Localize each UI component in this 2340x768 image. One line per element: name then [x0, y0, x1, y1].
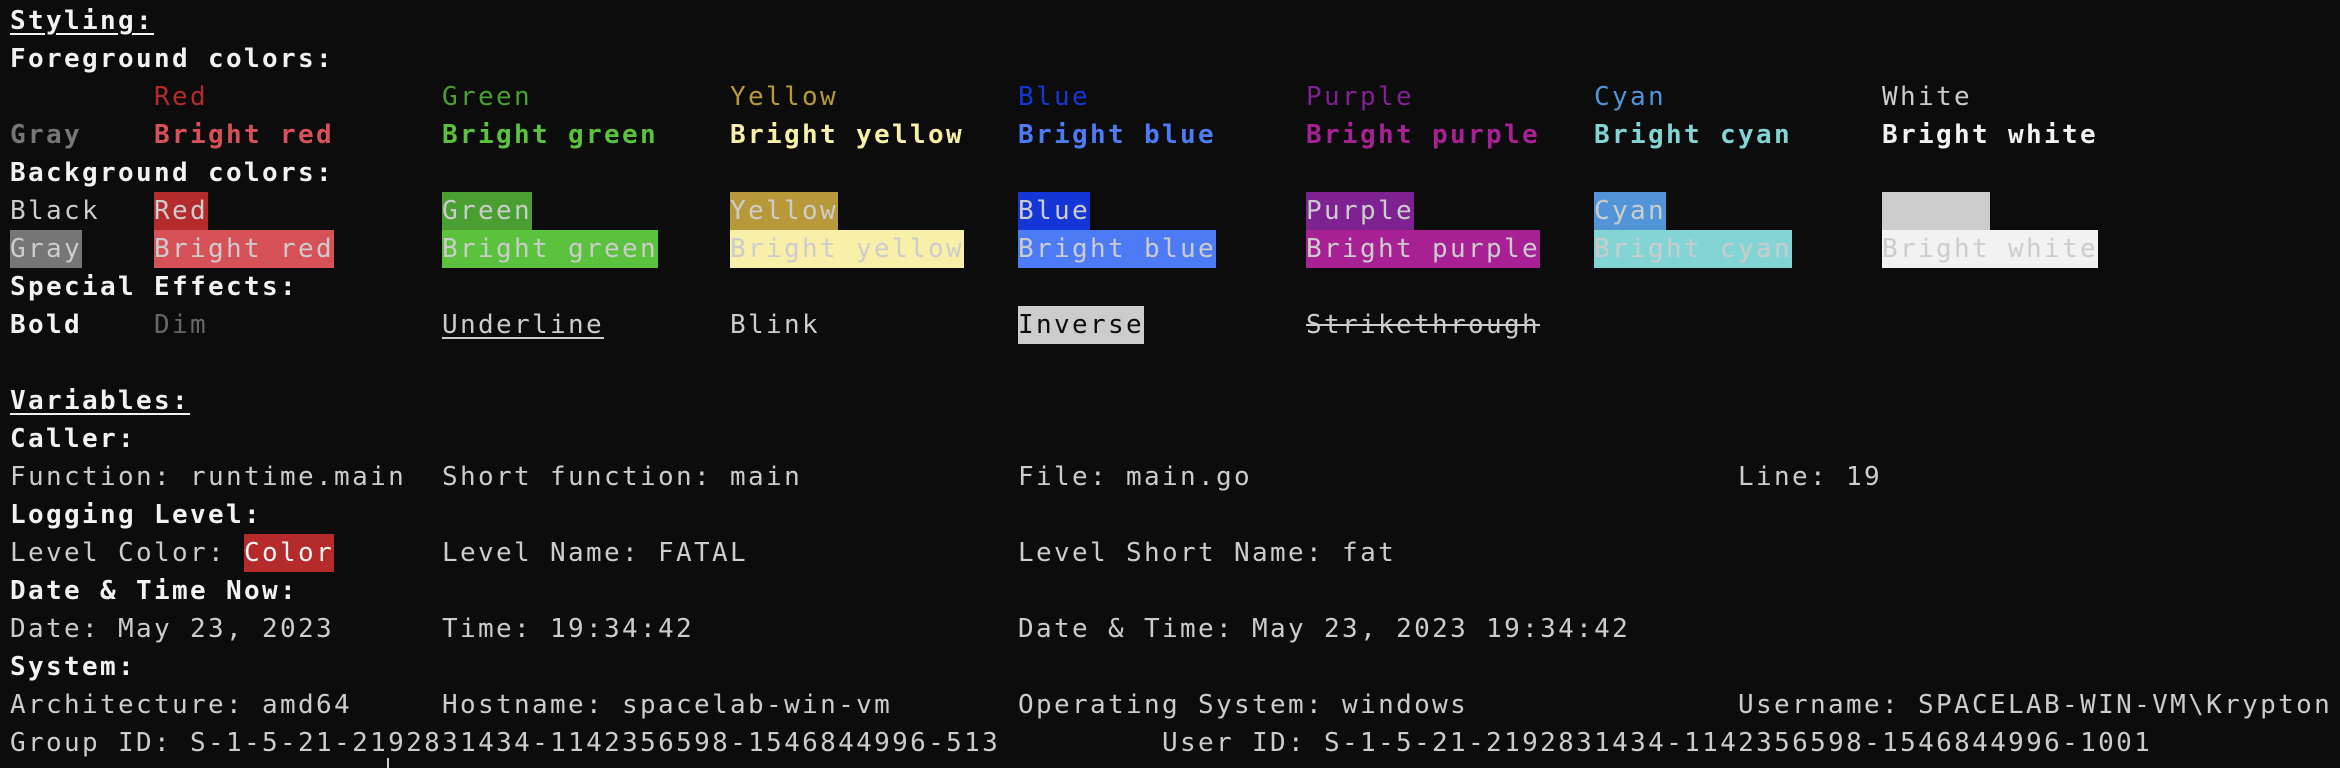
variables-heading: Variables: [10, 386, 191, 416]
bg-bright-cyan: Bright cyan [1594, 230, 1793, 268]
fg-red: Red [154, 82, 209, 112]
logging-heading: Logging Level: [10, 500, 263, 530]
line-value: Line: 19 [1738, 462, 1883, 492]
username-value: Username: SPACELAB-WIN-VM\Krypton [1738, 690, 2333, 720]
time-value: Time: 19:34:42 [442, 614, 695, 644]
bg-blue: Blue [1018, 192, 1091, 230]
bg-gray: Gray [10, 230, 83, 268]
foreground-heading: Foreground colors: [10, 44, 335, 74]
bg-red: Red [154, 192, 209, 230]
function-value: Function: runtime.main [10, 462, 407, 492]
effect-strikethrough: Strikethrough [1306, 310, 1541, 340]
caller-heading: Caller: [10, 424, 137, 454]
bg-cyan: Cyan [1594, 192, 1667, 230]
bg-white-swatch [1882, 192, 1991, 230]
bg-bright-white: Bright white [1882, 230, 2099, 268]
effect-dim: Dim [154, 310, 209, 340]
date-value: Date: May 23, 2023 [10, 614, 335, 644]
level-short-name-value: Level Short Name: fat [1018, 538, 1397, 568]
level-color-label: Level Color: [10, 538, 245, 568]
date-time-value: Date & Time: May 23, 2023 19:34:42 [1018, 614, 1631, 644]
bg-black: Black [10, 192, 101, 230]
fg-bright-yellow: Bright yellow [730, 120, 965, 150]
fg-bright-cyan: Bright cyan [1594, 120, 1793, 150]
bg-bright-yellow: Bright yellow [730, 230, 965, 268]
fg-bright-purple: Bright purple [1306, 120, 1541, 150]
level-color-swatch: Color [244, 534, 335, 572]
background-heading: Background colors: [10, 158, 335, 188]
fg-green: Green [442, 82, 533, 112]
datetime-heading: Date & Time Now: [10, 576, 299, 606]
bg-green: Green [442, 192, 533, 230]
bg-bright-green: Bright green [442, 230, 659, 268]
effect-blink: Blink [730, 310, 821, 340]
effect-underline: Underline [442, 310, 605, 340]
effect-inverse: Inverse [1018, 306, 1145, 344]
architecture-value: Architecture: amd64 [10, 690, 353, 720]
user-id-value: User ID: S-1-5-21-2192831434-1142356598-… [1162, 728, 2153, 758]
fg-bright-green: Bright green [442, 120, 659, 150]
fg-white: White [1882, 82, 1973, 112]
level-name-value: Level Name: FATAL [442, 538, 749, 568]
file-value: File: main.go [1018, 462, 1253, 492]
fg-cyan: Cyan [1594, 82, 1667, 112]
group-id-value: Group ID: S-1-5-21-2192831434-1142356598… [10, 728, 1001, 758]
bg-bright-red: Bright red [154, 230, 335, 268]
effect-bold: Bold [10, 310, 83, 340]
bg-bright-blue: Bright blue [1018, 230, 1217, 268]
text-cursor [387, 758, 389, 768]
fg-bright-white: Bright white [1882, 120, 2099, 150]
fg-bright-red: Bright red [154, 120, 335, 150]
system-heading: System: [10, 652, 137, 682]
fg-purple: Purple [1306, 82, 1415, 112]
fg-yellow: Yellow [730, 82, 839, 112]
styling-heading: Styling: [10, 6, 155, 36]
os-value: Operating System: windows [1018, 690, 1469, 720]
bg-yellow: Yellow [730, 192, 839, 230]
hostname-value: Hostname: spacelab-win-vm [442, 690, 893, 720]
short-function-value: Short function: main [442, 462, 803, 492]
fg-gray: Gray [10, 120, 83, 150]
bg-bright-purple: Bright purple [1306, 230, 1541, 268]
effects-heading: Special Effects: [10, 272, 299, 302]
bg-purple: Purple [1306, 192, 1415, 230]
fg-blue: Blue [1018, 82, 1091, 112]
fg-bright-blue: Bright blue [1018, 120, 1217, 150]
